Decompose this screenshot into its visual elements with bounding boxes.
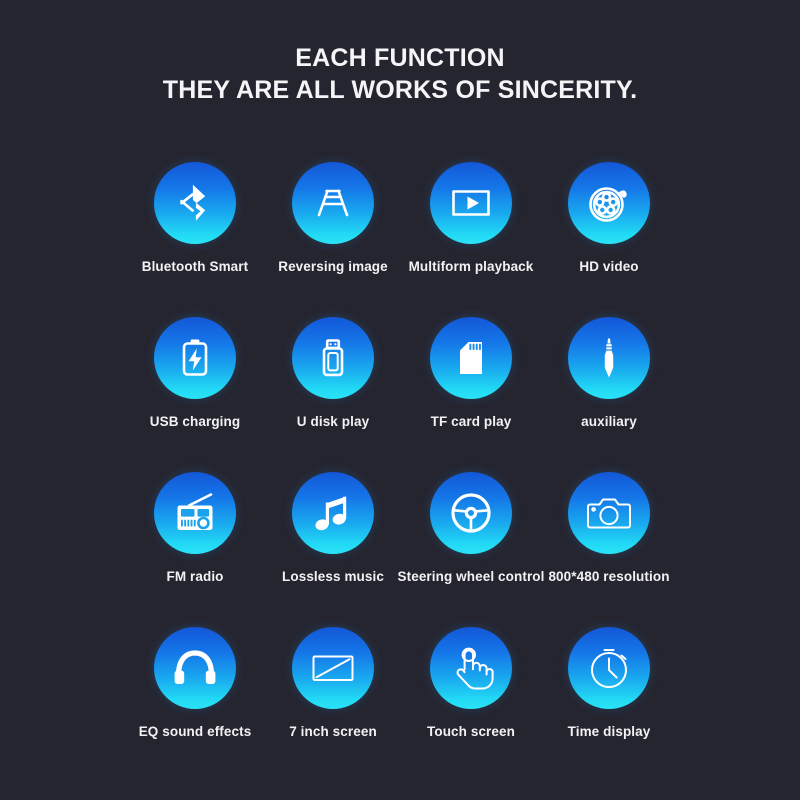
feature-badge: [154, 472, 236, 554]
feature-item-bluetooth-smart[interactable]: Bluetooth Smart: [126, 162, 264, 317]
feature-label: 800*480 resolution: [548, 569, 670, 584]
feature-item-lossless-music[interactable]: Lossless music: [264, 472, 402, 627]
feature-badge: [292, 317, 374, 399]
feature-item-resolution[interactable]: 800*480 resolution: [540, 472, 678, 627]
feature-item-u-disk-play[interactable]: U disk play: [264, 317, 402, 472]
headline-line-1: EACH FUNCTION: [295, 44, 505, 72]
feature-label: 7 inch screen: [289, 724, 377, 739]
feature-item-steering-wheel-control[interactable]: Steering wheel control: [398, 472, 544, 627]
feature-badge: [292, 472, 374, 554]
feature-badge: [568, 317, 650, 399]
feature-label: USB charging: [149, 414, 241, 429]
camera-icon: [587, 498, 631, 529]
headphones-icon: [174, 650, 216, 684]
feature-item-usb-charging[interactable]: USB charging: [126, 317, 264, 472]
sd-card-icon: [460, 342, 482, 374]
feature-item-hd-video[interactable]: HD video: [540, 162, 678, 317]
feature-badge: [154, 162, 236, 244]
steering-wheel-icon: [451, 493, 491, 533]
feature-badge: [568, 162, 650, 244]
feature-item-seven-inch-screen[interactable]: 7 inch screen: [264, 627, 402, 782]
feature-item-multiform-playback[interactable]: Multiform playback: [402, 162, 540, 317]
feature-label: Reversing image: [278, 259, 388, 274]
headline-line-2: THEY ARE ALL WORKS OF SINCERITY.: [162, 76, 638, 104]
feature-item-fm-radio[interactable]: FM radio: [126, 472, 264, 627]
feature-item-tf-card-play[interactable]: TF card play: [402, 317, 540, 472]
feature-item-auxiliary[interactable]: auxiliary: [540, 317, 678, 472]
usb-drive-icon: [322, 339, 344, 377]
radio-icon: [177, 493, 213, 530]
feature-badge: [568, 472, 650, 554]
feature-grid: Bluetooth Smart Reversing image Multifor…: [126, 162, 678, 782]
feature-label: Bluetooth Smart: [141, 259, 249, 274]
feature-label: Time display: [567, 724, 651, 739]
feature-label: auxiliary: [581, 414, 637, 429]
film-reel-icon: [589, 187, 627, 222]
touch-hand-icon: [456, 647, 494, 690]
feature-label: EQ sound effects: [138, 724, 252, 739]
feature-badge: [154, 627, 236, 709]
feature-badge: [292, 162, 374, 244]
feature-label: TF card play: [430, 414, 512, 429]
battery-charging-icon: [182, 339, 208, 376]
feature-item-eq-sound-effects[interactable]: EQ sound effects: [126, 627, 264, 782]
page-title: EACH FUNCTION THEY ARE ALL WORKS OF SINC…: [0, 0, 800, 106]
reversing-image-icon: [317, 189, 349, 217]
feature-badge: [430, 162, 512, 244]
feature-badge: [430, 627, 512, 709]
feature-badge: [430, 317, 512, 399]
music-note-icon: [315, 496, 347, 531]
feature-label: HD video: [579, 259, 639, 274]
stopwatch-icon: [591, 649, 627, 688]
feature-item-touch-screen[interactable]: Touch screen: [402, 627, 540, 782]
bluetooth-icon: [180, 184, 206, 221]
screen-diagonal-icon: [312, 655, 354, 681]
feature-item-time-display[interactable]: Time display: [540, 627, 678, 782]
feature-badge: [430, 472, 512, 554]
feature-label: Lossless music: [282, 569, 384, 584]
feature-label: Multiform playback: [408, 259, 534, 274]
feature-badge: [292, 627, 374, 709]
feature-item-reversing-image[interactable]: Reversing image: [264, 162, 402, 317]
feature-badge: [568, 627, 650, 709]
feature-label: Steering wheel control: [397, 569, 545, 584]
feature-label: U disk play: [296, 414, 370, 429]
feature-badge: [154, 317, 236, 399]
feature-label: Touch screen: [427, 724, 515, 739]
video-playback-icon: [452, 190, 490, 216]
feature-label: FM radio: [166, 569, 224, 584]
audio-jack-icon: [604, 338, 614, 378]
